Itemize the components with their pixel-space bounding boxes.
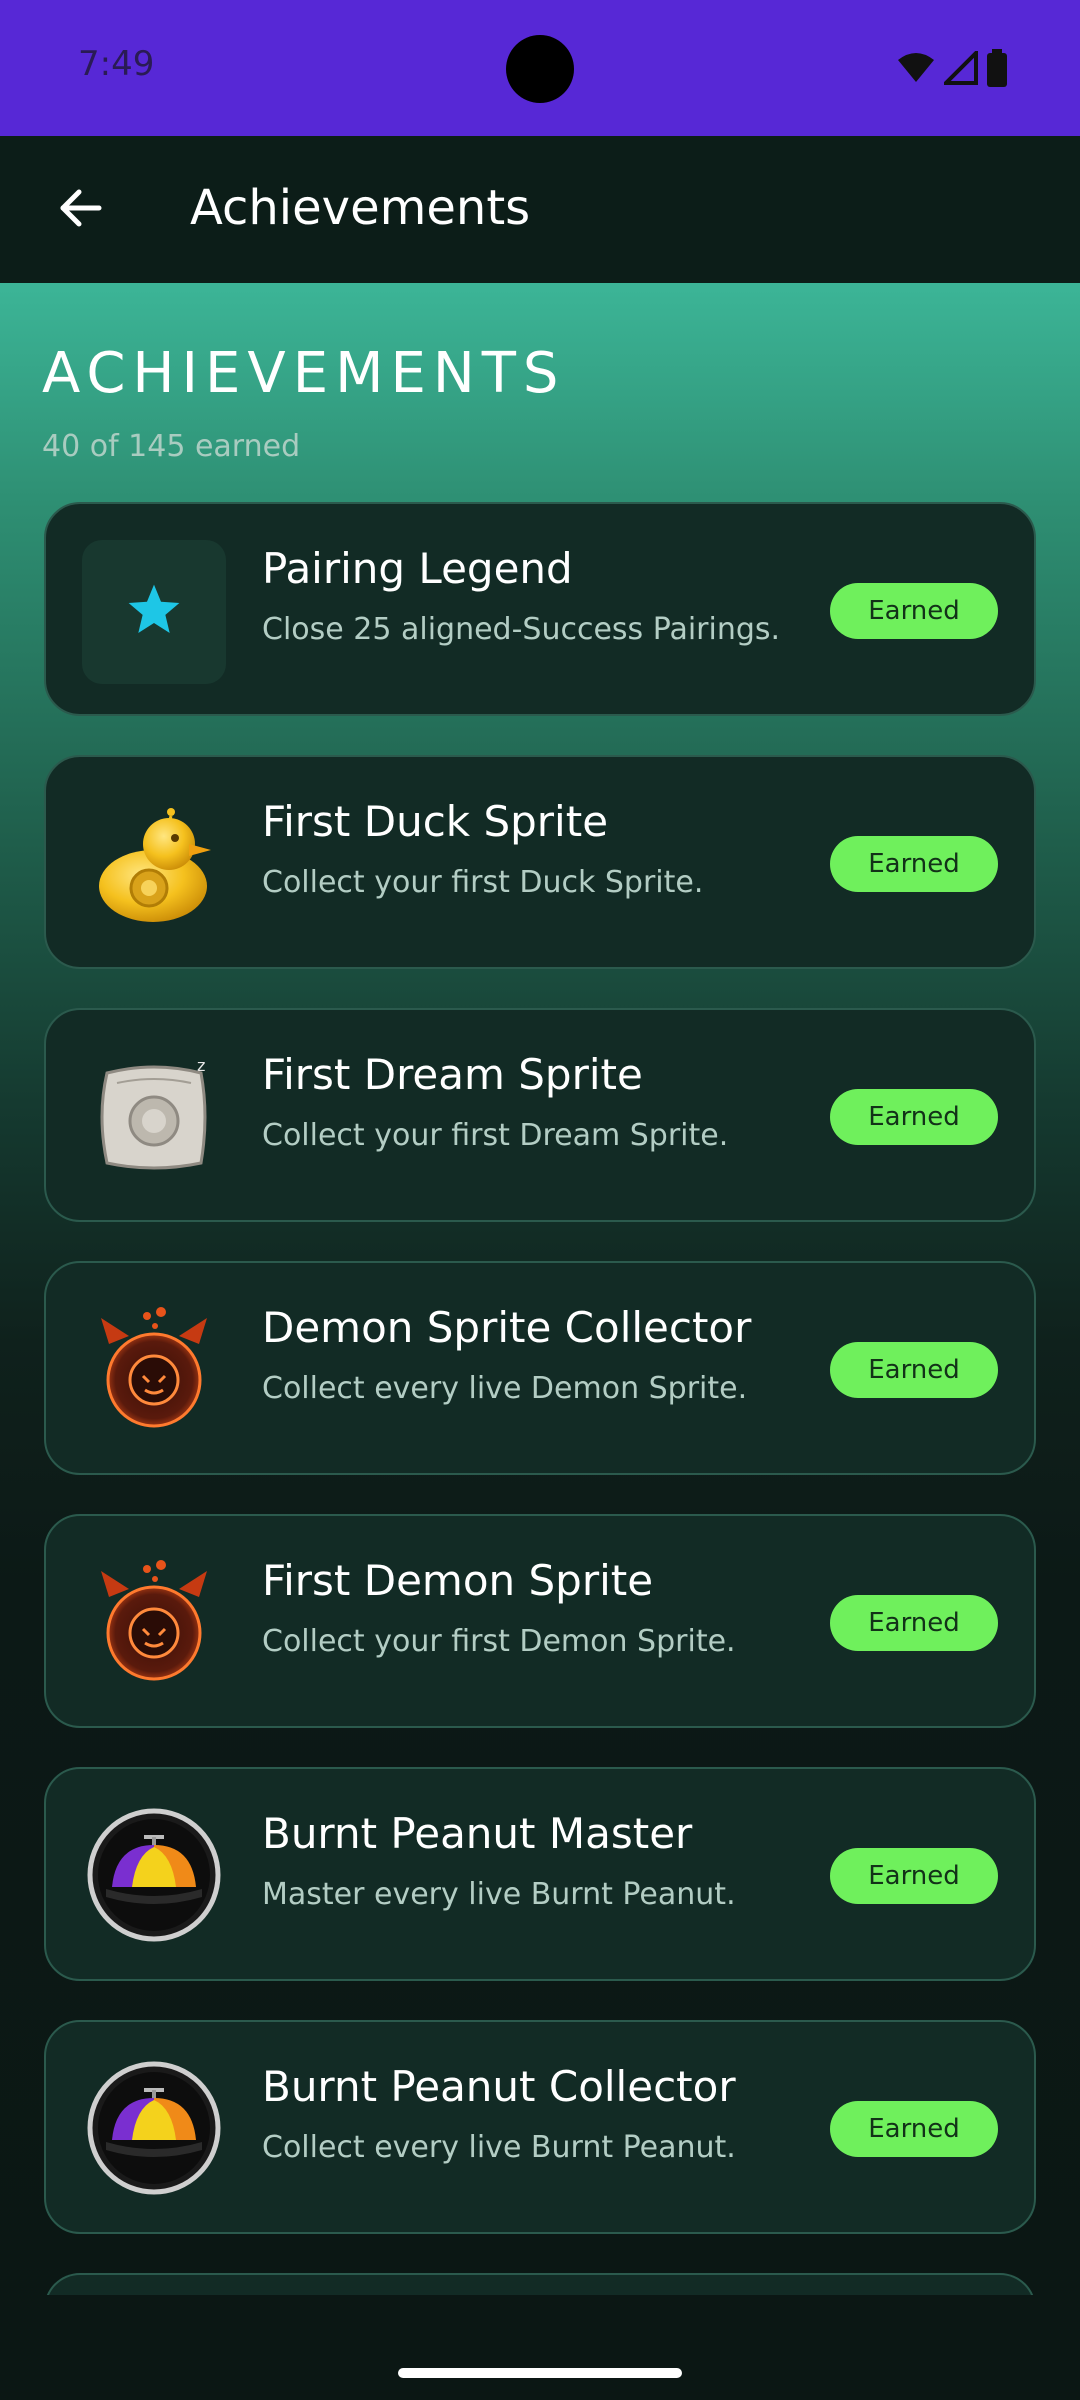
earned-badge: Earned [830,1595,998,1651]
status-bar: 7:49 [0,0,1080,136]
status-icons [896,46,1008,90]
achievement-title: Demon Sprite Collector [262,1303,752,1352]
achievement-icon-tile [82,793,226,937]
app-bar: Achievements [0,136,1080,283]
achievement-icon-tile [82,540,226,684]
achievement-description: Collect your first Demon Sprite. [262,1624,736,1659]
achievement-title: Burnt Peanut Master [262,1809,693,1858]
demon-sprite-icon [89,1557,219,1691]
dream-pillow-sprite-icon: z z [89,1051,219,1185]
propeller-cap-icon [86,2060,222,2200]
achievement-title: First Demon Sprite [262,1556,654,1605]
achievement-title: First Duck Sprite [262,797,609,846]
achievement-description: Collect your first Duck Sprite. [262,865,704,900]
earned-badge: Earned [830,2101,998,2157]
achievement-icon-tile [82,1552,226,1696]
achievement-card[interactable]: First Duck Sprite Collect your first Duc… [44,755,1036,969]
achievement-title: Burnt Peanut Collector [262,2062,736,2111]
propeller-cap-icon [86,1807,222,1947]
achievement-card[interactable]: Pairing Legend Close 25 aligned-Success … [44,502,1036,716]
achievement-description: Collect every live Demon Sprite. [262,1371,748,1406]
cell-signal-icon [944,51,978,85]
star-icon [125,581,183,643]
achievement-title: Pairing Legend [262,544,573,593]
earned-count: 40 of 145 earned [42,429,301,464]
section-title: ACHIEVEMENTS [42,341,566,406]
achievement-description: Master every live Burnt Peanut. [262,1877,736,1912]
status-time: 7:49 [78,44,155,84]
arrow-left-icon [57,185,103,235]
achievement-title: First Dream Sprite [262,1050,643,1099]
page-title: Achievements [190,180,531,236]
achievement-card[interactable]: Burnt Peanut Master Master every live Bu… [44,1767,1036,1981]
achievement-description: Collect your first Dream Sprite. [262,1118,729,1153]
achievement-icon-tile: z z [82,1046,226,1190]
battery-icon [986,49,1008,87]
earned-badge: Earned [830,583,998,639]
back-button[interactable] [40,170,120,250]
achievement-card[interactable]: First Demon Sprite Collect your first De… [44,1514,1036,1728]
wifi-icon [896,52,936,84]
earned-badge: Earned [830,1342,998,1398]
camera-cutout [506,35,574,103]
earned-badge: Earned [830,836,998,892]
achievement-icon-tile [82,2058,226,2202]
earned-badge: Earned [830,1848,998,1904]
achievement-card[interactable]: z z First Dream Sprite Collect your firs… [44,1008,1036,1222]
achievement-card-partial[interactable] [44,2273,1036,2295]
achievement-description: Close 25 aligned-Success Pairings. [262,612,781,647]
duck-sprite-icon [89,798,219,932]
earned-badge: Earned [830,1089,998,1145]
achievement-icon-tile [82,1805,226,1949]
demon-sprite-icon [89,1304,219,1438]
achievement-card[interactable]: Demon Sprite Collector Collect every liv… [44,1261,1036,1475]
achievement-icon-tile [82,1299,226,1443]
gesture-nav-handle[interactable] [398,2368,682,2378]
achievement-card[interactable]: Burnt Peanut Collector Collect every liv… [44,2020,1036,2234]
achievements-list-container[interactable]: ACHIEVEMENTS 40 of 145 earned Pairing Le… [0,283,1080,2295]
achievement-description: Collect every live Burnt Peanut. [262,2130,736,2165]
